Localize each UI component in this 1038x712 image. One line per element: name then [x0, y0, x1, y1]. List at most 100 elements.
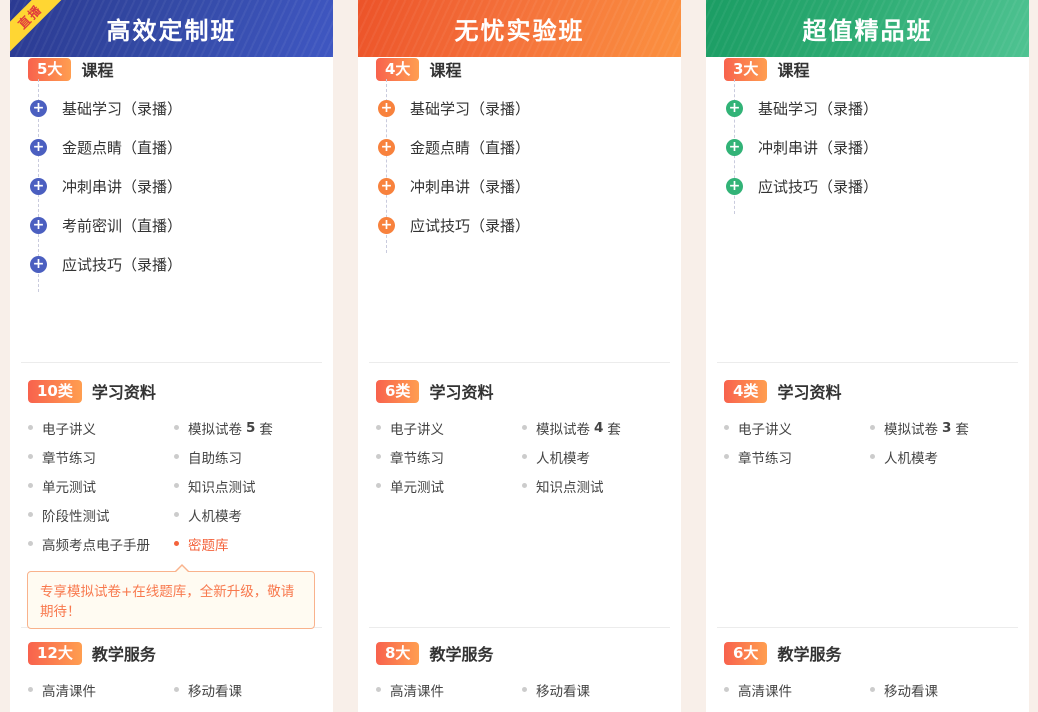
material-item: 自助练习	[174, 442, 333, 471]
count-badge: 4类	[724, 380, 767, 403]
expand-plus-icon[interactable]: +	[378, 178, 395, 195]
material-item: 电子讲义	[28, 413, 174, 442]
material-count: 5	[246, 420, 255, 436]
bullet-icon	[28, 425, 33, 430]
courses-section: 4大 课程 + 基础学习（录播） + 金题点睛（直播） + 冲刺串讲（录播） +	[358, 57, 681, 362]
bullet-icon	[376, 425, 381, 430]
expand-plus-icon[interactable]: +	[726, 139, 743, 156]
plan-comparison: 直播 高效定制班 5大 课程 + 基础学习（录播） + 金题点睛（直播） + 冲…	[0, 0, 1038, 712]
service-item: 移动看课	[522, 675, 681, 704]
material-text: 单元测试	[42, 476, 96, 496]
material-item: 单元测试	[376, 471, 522, 500]
services-grid: 高清课件 移动看课	[724, 675, 1029, 704]
course-item[interactable]: + 金题点睛（直播）	[378, 128, 681, 167]
course-name: 应试技巧（录播）	[758, 176, 878, 197]
services-section: 6大 教学服务 高清课件 移动看课	[706, 628, 1029, 704]
service-item: 高清课件	[724, 675, 870, 704]
material-item: 人机模考	[522, 442, 681, 471]
material-item-mitiku[interactable]: 密题库	[174, 529, 333, 558]
service-item: 高清课件	[28, 675, 174, 704]
expand-plus-icon[interactable]: +	[726, 100, 743, 117]
course-name: 冲刺串讲（录播）	[758, 137, 878, 158]
material-text: 章节练习	[42, 447, 96, 467]
courses-heading: 4大 课程	[358, 57, 681, 81]
materials-grid: 电子讲义 模拟试卷 4 套 章节练习 人机模考	[376, 413, 681, 500]
material-item: 章节练习	[28, 442, 174, 471]
material-text: 人机模考	[536, 447, 590, 467]
course-name: 考前密训（直播）	[62, 215, 182, 236]
materials-heading: 4类 学习资料	[706, 363, 1029, 403]
services-heading: 12大 教学服务	[10, 628, 333, 665]
material-item: 章节练习	[724, 442, 870, 471]
course-item[interactable]: + 基础学习（录播）	[378, 89, 681, 128]
bullet-icon	[870, 425, 875, 430]
bullet-icon	[522, 454, 527, 459]
services-grid: 高清课件 移动看课	[376, 675, 681, 704]
expand-plus-icon[interactable]: +	[378, 139, 395, 156]
bullet-icon	[28, 483, 33, 488]
bullet-icon	[174, 512, 179, 517]
course-name: 基础学习（录播）	[62, 98, 182, 119]
expand-plus-icon[interactable]: +	[30, 217, 47, 234]
service-item: 移动看课	[174, 675, 333, 704]
materials-section: 10类 学习资料 电子讲义 模拟试卷 5 套 章节练习	[10, 363, 333, 627]
expand-plus-icon[interactable]: +	[30, 139, 47, 156]
material-item: 知识点测试	[174, 471, 333, 500]
materials-grid: 电子讲义 模拟试卷 5 套 章节练习 自助练习	[28, 413, 333, 558]
material-text: 人机模考	[884, 447, 938, 467]
expand-plus-icon[interactable]: +	[378, 217, 395, 234]
bullet-icon	[28, 512, 33, 517]
expand-plus-icon[interactable]: +	[378, 100, 395, 117]
plan-title: 无忧实验班	[455, 11, 585, 46]
section-label: 学习资料	[92, 379, 156, 403]
material-item: 电子讲义	[724, 413, 870, 442]
bullet-icon	[28, 454, 33, 459]
section-label: 课程	[777, 57, 809, 81]
service-text: 移动看课	[536, 680, 590, 700]
material-text: 密题库	[188, 534, 229, 554]
course-item[interactable]: + 金题点睛（直播）	[30, 128, 333, 167]
section-label: 教学服务	[777, 641, 841, 665]
material-text: 阶段性测试	[42, 505, 110, 525]
course-item[interactable]: + 考前密训（直播）	[30, 206, 333, 245]
section-label: 教学服务	[429, 641, 493, 665]
service-text: 高清课件	[390, 680, 444, 700]
course-item[interactable]: + 冲刺串讲（录播）	[726, 128, 1029, 167]
course-item[interactable]: + 基础学习（录播）	[30, 89, 333, 128]
material-text: 模拟试卷	[188, 418, 242, 438]
plan-card-basic: 超值精品班 3大 课程 + 基础学习（录播） + 冲刺串讲（录播） + 应试技巧…	[706, 0, 1029, 712]
bullet-icon	[724, 454, 729, 459]
course-item[interactable]: + 应试技巧（录播）	[378, 206, 681, 245]
material-text: 章节练习	[738, 447, 792, 467]
count-badge: 6大	[724, 642, 767, 665]
course-name: 冲刺串讲（录播）	[410, 176, 530, 197]
expand-plus-icon[interactable]: +	[30, 256, 47, 273]
material-item: 模拟试卷 4 套	[522, 413, 681, 442]
bullet-icon	[174, 425, 179, 430]
services-section: 8大 教学服务 高清课件 移动看课	[358, 628, 681, 704]
service-item: 高清课件	[376, 675, 522, 704]
course-name: 金题点睛（直播）	[410, 137, 530, 158]
course-item[interactable]: + 冲刺串讲（录播）	[378, 167, 681, 206]
section-label: 学习资料	[429, 379, 493, 403]
course-item[interactable]: + 基础学习（录播）	[726, 89, 1029, 128]
material-text: 电子讲义	[390, 418, 444, 438]
material-text: 高频考点电子手册	[42, 534, 150, 554]
expand-plus-icon[interactable]: +	[726, 178, 743, 195]
material-text: 自助练习	[188, 447, 242, 467]
expand-plus-icon[interactable]: +	[30, 100, 47, 117]
services-section: 12大 教学服务 高清课件 移动看课	[10, 628, 333, 704]
materials-heading: 6类 学习资料	[358, 363, 681, 403]
course-item[interactable]: + 冲刺串讲（录播）	[30, 167, 333, 206]
material-item: 高频考点电子手册	[28, 529, 174, 558]
material-text: 章节练习	[390, 447, 444, 467]
service-text: 高清课件	[42, 680, 96, 700]
expand-plus-icon[interactable]: +	[30, 178, 47, 195]
bullet-icon	[522, 425, 527, 430]
course-item[interactable]: + 应试技巧（录播）	[726, 167, 1029, 206]
service-text: 移动看课	[884, 680, 938, 700]
bullet-icon	[376, 483, 381, 488]
bullet-icon	[522, 687, 527, 692]
course-name: 应试技巧（录播）	[410, 215, 530, 236]
course-item[interactable]: + 应试技巧（录播）	[30, 245, 333, 284]
